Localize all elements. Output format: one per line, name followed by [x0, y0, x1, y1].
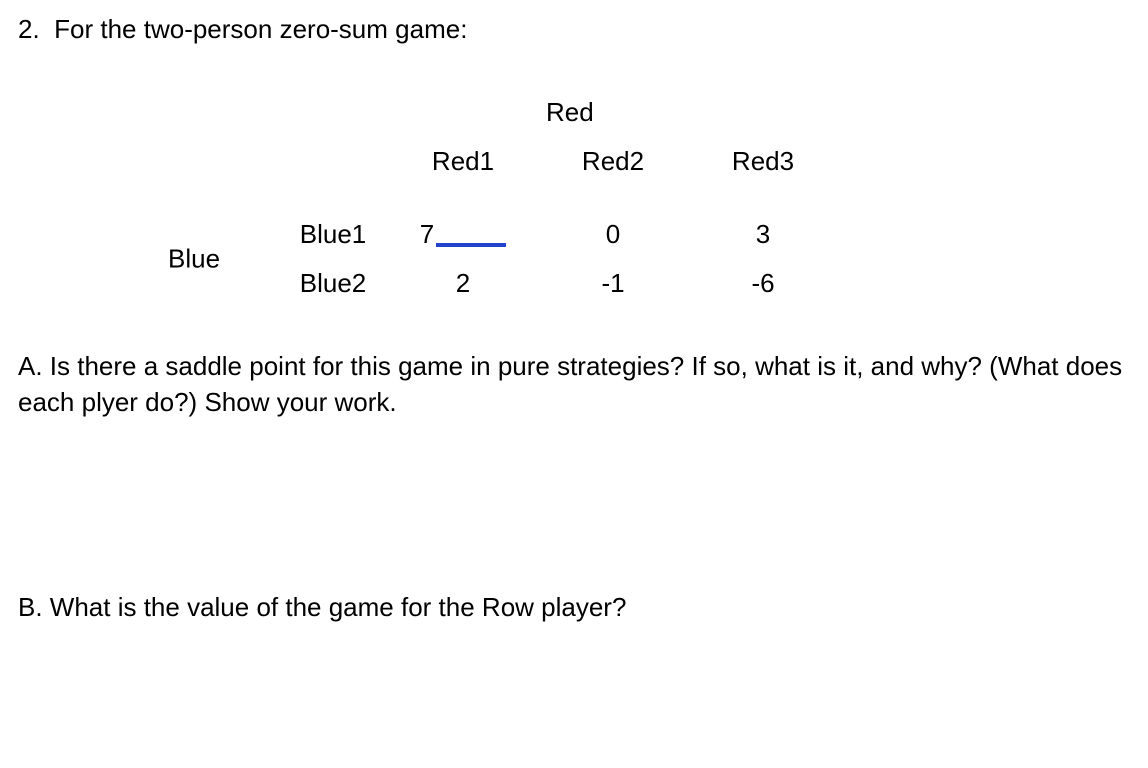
- part-b: B. What is the value of the game for the…: [18, 590, 1130, 625]
- cell-blue2-red2: -1: [538, 266, 688, 301]
- cell-blue1-red3: 3: [688, 217, 838, 252]
- col-group-header: Red: [538, 95, 688, 130]
- row-group-header: Blue: [168, 242, 220, 277]
- row-header-blue1: Blue1: [278, 217, 388, 252]
- question-intro: For the two-person zero-sum game:: [54, 14, 467, 44]
- col-header-red3: Red3: [688, 144, 838, 179]
- col-header-red1: Red1: [388, 144, 538, 179]
- question-header: 2. For the two-person zero-sum game:: [18, 12, 1130, 47]
- question-number: 2.: [18, 14, 40, 44]
- text-cursor-icon: [436, 243, 506, 247]
- cell-blue1-red1: 7: [388, 217, 538, 252]
- cell-blue2-red1: 2: [388, 266, 538, 301]
- part-a: A. Is there a saddle point for this game…: [18, 349, 1130, 419]
- col-header-red2: Red2: [538, 144, 688, 179]
- cell-blue1-red2: 0: [538, 217, 688, 252]
- row-header-blue2: Blue2: [278, 266, 388, 301]
- cell-blue2-red3: -6: [688, 266, 838, 301]
- payoff-table: Red Red1 Red2 Red3 Blue Blue1 7 0 3 Blue…: [168, 95, 1130, 301]
- value-7: 7: [420, 219, 434, 249]
